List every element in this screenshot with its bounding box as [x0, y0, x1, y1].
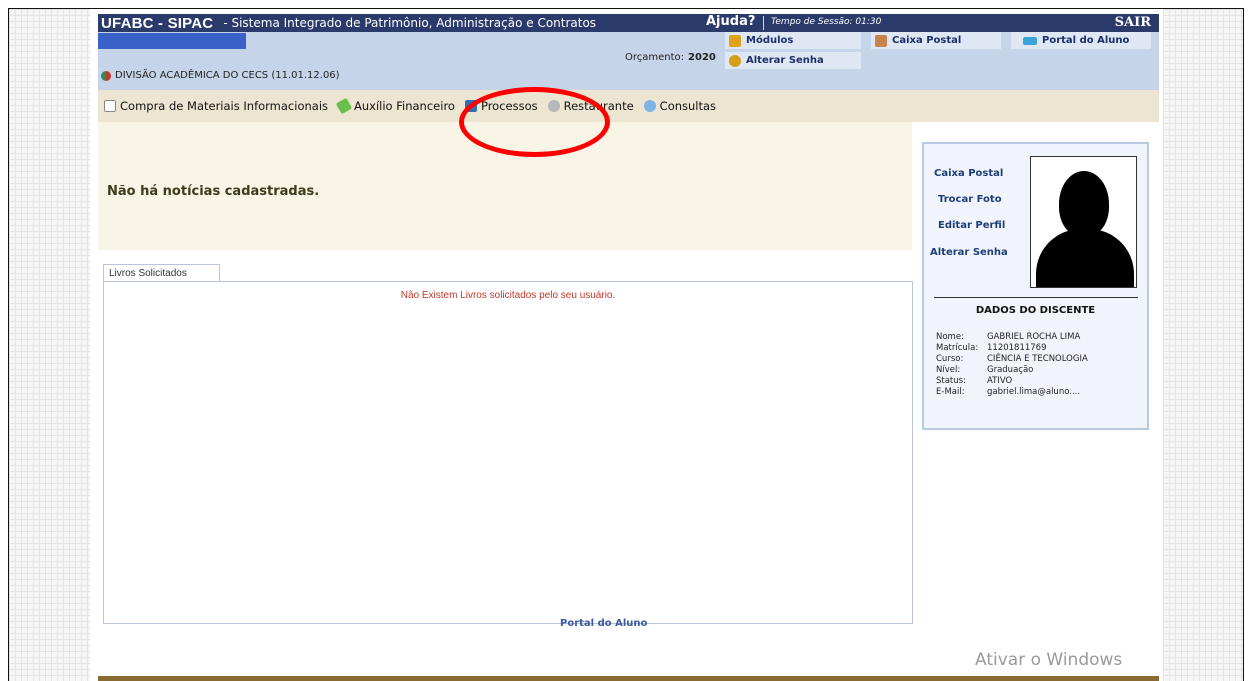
books-tab-panel: Não Existem Livros solicitados pelo seu …	[103, 281, 913, 624]
detail-value: gabriel.lima@aluno....	[987, 387, 1081, 397]
modules-button[interactable]: Módulos	[725, 32, 861, 49]
session-timer: Tempo de Sessão: 01:30	[771, 17, 882, 27]
menu-item-compra-materiais[interactable]: Compra de Materiais Informacionais	[104, 99, 328, 113]
detail-label: Matrícula:	[936, 343, 979, 353]
menu-label: Compra de Materiais Informacionais	[120, 99, 329, 113]
portal-footer-link[interactable]: Portal do Aluno	[560, 618, 647, 629]
detail-label: Nome:	[936, 332, 964, 342]
unit-switch-icon[interactable]	[101, 70, 111, 81]
detail-row: Nome: GABRIEL ROCHA LIMA	[936, 332, 1088, 343]
bottom-bar	[98, 676, 1159, 681]
money-icon	[335, 97, 353, 115]
no-books-message: Não Existem Livros solicitados pelo seu …	[400, 290, 616, 301]
top-header-bar: UFABC - SIPAC - Sistema Integrado de Pat…	[98, 14, 1159, 32]
mailbox-button[interactable]: Caixa Postal	[871, 32, 1001, 49]
news-message: Não há notícias cadastradas.	[107, 184, 320, 199]
detail-row: E-Mail: gabriel.lima@aluno....	[936, 387, 1088, 398]
system-name: - Sistema Integrado de Patrimônio, Admin…	[223, 16, 597, 30]
student-portal-label: Portal do Aluno	[1042, 35, 1130, 46]
header-separator	[763, 16, 764, 30]
mailbox-icon	[875, 34, 887, 47]
budget-label: Orçamento:	[625, 52, 685, 63]
detail-row: Status: ATIVO	[936, 376, 1088, 387]
department-row: DIVISÃO ACADÊMICA DO CECS (11.01.12.06)	[101, 70, 340, 81]
silhouette-head	[1059, 171, 1109, 237]
profile-link-mailbox[interactable]: Caixa Postal	[934, 168, 1003, 179]
menu-item-auxilio-financeiro[interactable]: Auxílio Financeiro	[335, 97, 455, 115]
mailbox-label: Caixa Postal	[892, 35, 962, 46]
detail-value: Graduação	[987, 365, 1034, 375]
menu-label: Consultas	[659, 99, 717, 113]
key-icon	[729, 54, 741, 67]
modules-label: Módulos	[746, 35, 794, 46]
red-annotation-circle	[459, 87, 610, 157]
detail-label: Status:	[936, 376, 966, 386]
main-menu-bar: Compra de Materiais Informacionais Auxíl…	[98, 90, 1159, 122]
detail-row: Nível: Graduação	[936, 365, 1088, 376]
profile-card: Caixa Postal Trocar Foto Editar Perfil A…	[922, 142, 1149, 430]
detail-label: Curso:	[936, 354, 964, 364]
document-icon	[104, 100, 116, 112]
user-info-bar: DIVISÃO ACADÊMICA DO CECS (11.01.12.06) …	[98, 32, 1159, 90]
magnifier-icon	[643, 100, 656, 112]
profile-link-change-password[interactable]: Alterar Senha	[930, 247, 1008, 258]
profile-photo[interactable]	[1030, 156, 1137, 288]
detail-label: E-Mail:	[936, 387, 965, 397]
profile-link-change-photo[interactable]: Trocar Foto	[938, 194, 1002, 205]
department-label: DIVISÃO ACADÊMICA DO CECS (11.01.12.06)	[115, 70, 340, 81]
student-details: Nome: GABRIEL ROCHA LIMA Matrícula: 112018…	[936, 332, 1088, 398]
change-password-label: Alterar Senha	[746, 55, 824, 66]
silhouette-shoulders	[1036, 229, 1134, 287]
budget-year: Orçamento: 2020	[625, 52, 716, 63]
student-portal-button[interactable]: Portal do Aluno	[1011, 32, 1151, 49]
detail-value: 11201811769	[987, 343, 1047, 353]
detail-row: Matrícula: 11201811769	[936, 343, 1088, 354]
student-data-heading: DADOS DO DISCENTE	[975, 305, 1096, 316]
username-redacted-box	[98, 33, 246, 49]
profile-divider	[934, 297, 1138, 298]
menu-item-consultas[interactable]: Consultas	[643, 99, 717, 113]
brand-title[interactable]: UFABC - SIPAC	[98, 15, 213, 32]
detail-row: Curso: CIÊNCIA E TECNOLOGIA	[936, 354, 1088, 365]
detail-value: ATIVO	[987, 376, 1013, 386]
exit-link[interactable]: SAIR	[1115, 15, 1151, 30]
right-grid-background	[1163, 9, 1243, 681]
left-grid-background	[9, 9, 90, 681]
budget-year-value: 2020	[688, 52, 716, 63]
detail-value: GABRIEL ROCHA LIMA	[987, 332, 1081, 342]
profile-link-edit-profile[interactable]: Editar Perfil	[938, 220, 1005, 231]
change-password-button[interactable]: Alterar Senha	[725, 52, 861, 69]
help-link[interactable]: Ajuda?	[706, 14, 755, 29]
sipac-page: UFABC - SIPAC - Sistema Integrado de Pat…	[90, 9, 1163, 681]
activate-windows-watermark: Ativar o Windows	[975, 650, 1123, 670]
menu-label: Auxílio Financeiro	[354, 99, 455, 113]
detail-label: Nível:	[936, 365, 961, 375]
portal-icon	[1023, 36, 1037, 45]
detail-value: CIÊNCIA E TECNOLOGIA	[987, 354, 1088, 364]
modules-icon	[729, 34, 741, 47]
